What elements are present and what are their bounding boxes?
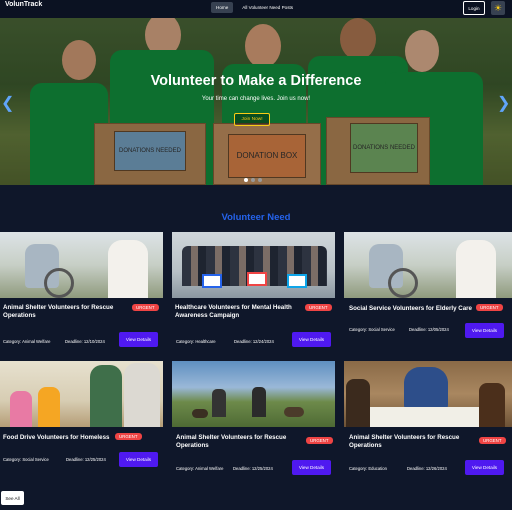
card-title: Animal Shelter Volunteers for Rescue Ope… — [349, 434, 460, 449]
urgent-badge: URGENT — [306, 437, 333, 444]
card-category: Category: Animal Welfare — [3, 339, 51, 344]
hero-banner: DONATIONS NEEDED DONATION BOX DONATIONS … — [0, 18, 512, 185]
view-details-button[interactable]: View Details — [292, 460, 331, 475]
card-title: Animal Shelter Volunteers for Rescue Ope… — [176, 434, 287, 449]
view-details-button[interactable]: View Details — [119, 452, 158, 467]
card-category: Category: Education — [349, 466, 387, 471]
login-button[interactable]: Login — [463, 1, 485, 15]
hero-title: Volunteer to Make a Difference — [150, 73, 362, 89]
table-photo — [364, 407, 484, 427]
volunteer-card: Healthcare Volunteers for Mental Health … — [172, 232, 335, 354]
urgent-badge: URGENT — [132, 304, 159, 311]
nav-links: Home All Volunteer Need Posts — [211, 2, 298, 13]
card-deadline: Deadline: 12/05/2024 — [409, 327, 449, 332]
chevron-right-icon[interactable]: ❯ — [497, 93, 510, 113]
view-details-button[interactable]: View Details — [292, 332, 331, 347]
card-image — [344, 232, 512, 298]
teacher-photo — [404, 367, 448, 411]
nav-all-posts-link[interactable]: All Volunteer Need Posts — [237, 2, 298, 13]
card-title: Food Drive Volunteers for Homeless — [3, 434, 110, 441]
child-photo — [346, 379, 370, 427]
carousel-dot[interactable] — [258, 178, 262, 182]
caregiver-photo — [108, 240, 148, 298]
caregiver-photo — [456, 240, 496, 298]
sign-photo — [202, 274, 222, 288]
child-photo — [479, 383, 505, 427]
brand-logo[interactable]: VolunTrack — [5, 1, 42, 8]
card-deadline: Deadline: 12/25/2024 — [233, 466, 273, 471]
volunteer-card: Animal Shelter Volunteers for Rescue Ope… — [172, 361, 335, 483]
section-title: Volunteer Need — [221, 212, 291, 223]
sign-photo — [247, 272, 267, 286]
card-title: Animal Shelter Volunteers for Rescue Ope… — [3, 304, 114, 319]
nav-home-link[interactable]: Home — [211, 2, 234, 13]
card-title: Healthcare Volunteers for Mental Health … — [175, 304, 292, 319]
card-title: Social Service Volunteers for Elderly Ca… — [349, 305, 472, 312]
volunteer-photo — [124, 363, 160, 427]
urgent-badge: URGENT — [305, 304, 332, 311]
card-image — [344, 361, 512, 427]
join-now-button[interactable]: Join Now! — [234, 113, 270, 126]
sign-photo — [287, 274, 307, 288]
volunteer-photo — [90, 365, 122, 427]
card-deadline: Deadline: 12/26/2024 — [407, 466, 447, 471]
carousel-dot[interactable] — [251, 178, 255, 182]
card-deadline: Deadline: 12/25/2024 — [66, 457, 106, 462]
card-category: Category: Social Service — [3, 457, 49, 462]
urgent-badge: URGENT — [115, 433, 142, 440]
hero-subtitle: Your time can change lives. Join us now! — [201, 96, 311, 102]
card-category: Category: Healthcare — [176, 339, 216, 344]
child-photo — [38, 387, 60, 427]
wheel-photo — [44, 268, 74, 298]
card-image — [172, 232, 335, 298]
dog-photo — [192, 409, 208, 418]
view-details-button[interactable]: View Details — [119, 332, 158, 347]
urgent-badge: URGENT — [476, 304, 503, 311]
card-category: Category: Animal Welfare — [176, 466, 224, 471]
card-deadline: Deadline: 12/24/2024 — [234, 339, 274, 344]
wheel-photo — [388, 268, 418, 298]
sun-icon: ☀ — [493, 2, 503, 13]
volunteer-photo — [212, 389, 226, 417]
view-details-button[interactable]: View Details — [465, 323, 504, 338]
navbar: VolunTrack Home All Volunteer Need Posts… — [0, 0, 512, 18]
card-image — [0, 232, 163, 298]
volunteer-photo — [252, 387, 266, 417]
card-image — [172, 361, 335, 427]
see-all-button[interactable]: See All — [1, 491, 24, 505]
view-details-button[interactable]: View Details — [465, 460, 504, 475]
urgent-badge: URGENT — [479, 437, 506, 444]
child-photo — [10, 391, 32, 427]
volunteer-card: Animal Shelter Volunteers for Rescue Ope… — [0, 232, 163, 354]
theme-toggle-button[interactable]: ☀ — [491, 1, 505, 15]
volunteer-card: Animal Shelter Volunteers for Rescue Ope… — [344, 361, 512, 483]
volunteer-card: Social Service Volunteers for Elderly Ca… — [344, 232, 512, 354]
volunteer-card: Food Drive Volunteers for Homeless URGEN… — [0, 361, 163, 483]
card-category: Category: Social Service — [349, 327, 395, 332]
carousel-dot[interactable] — [244, 178, 248, 182]
carousel-dots — [244, 178, 262, 182]
chevron-left-icon[interactable]: ❮ — [1, 93, 14, 113]
dog-photo — [284, 407, 304, 417]
card-deadline: Deadline: 12/10/2024 — [65, 339, 105, 344]
card-image — [0, 361, 163, 427]
